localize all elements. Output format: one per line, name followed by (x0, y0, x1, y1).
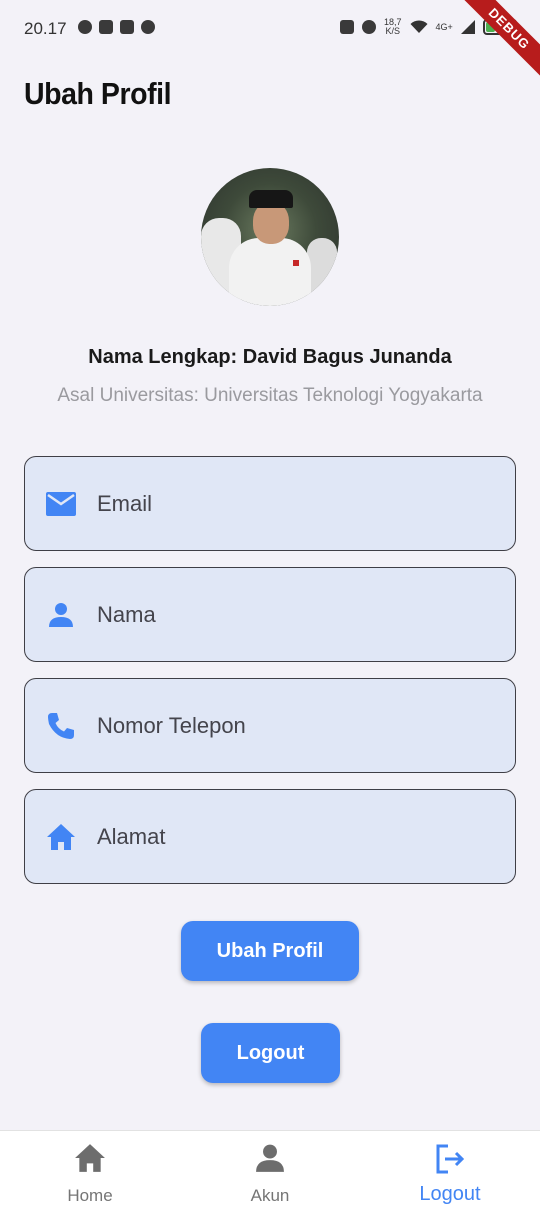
person-icon (45, 599, 77, 631)
name-field[interactable] (24, 567, 516, 662)
signal-icon (460, 20, 475, 34)
full-name: Nama Lengkap: David Bagus Junanda (88, 346, 452, 368)
email-input[interactable] (97, 490, 477, 517)
notification-icons (78, 20, 155, 34)
network-type: 4G+ (435, 21, 453, 32)
status-bar: 20.17 18,7 K/S 4G+ DEBUG (0, 0, 540, 83)
cloud-icon (141, 20, 155, 34)
avatar-photo-person-right (307, 238, 337, 306)
avatar-photo-body (229, 238, 311, 306)
nav-label-akun: Akun (250, 1186, 290, 1205)
home-icon (0, 1143, 180, 1173)
vibrate-icon (340, 20, 354, 34)
person-icon (180, 1143, 360, 1173)
email-field[interactable] (24, 456, 516, 551)
nav-item-logout[interactable]: Logout (360, 1131, 540, 1219)
debug-banner: DEBUG (455, 0, 540, 83)
nav-item-akun[interactable]: Akun (180, 1131, 360, 1219)
network-speed-unit: K/S (385, 26, 401, 36)
page-title: Ubah Profil (24, 76, 172, 111)
avatar-photo-face (253, 202, 289, 244)
avatar[interactable] (201, 168, 339, 306)
wifi-icon (410, 20, 428, 33)
nav-item-home[interactable]: Home (0, 1131, 180, 1219)
home-icon (45, 821, 77, 853)
name-input[interactable] (97, 601, 477, 628)
logout-button[interactable]: Logout (201, 1023, 340, 1083)
update-profile-button[interactable]: Ubah Profil (181, 921, 359, 981)
phone-field[interactable] (24, 678, 516, 773)
bottom-navigation: Home Akun Logout (0, 1130, 540, 1219)
address-field[interactable] (24, 789, 516, 884)
alarm-icon (362, 20, 376, 34)
address-input[interactable] (97, 823, 477, 850)
youtube-icon (99, 20, 113, 34)
avatar-photo-cap (249, 190, 293, 208)
status-time: 20.17 (24, 19, 67, 38)
logout-icon (360, 1143, 540, 1175)
mail-icon (45, 488, 77, 520)
phone-input[interactable] (97, 712, 477, 739)
network-speed: 18,7 K/S (384, 18, 402, 36)
university: Asal Universitas: Universitas Teknologi … (57, 385, 483, 406)
nav-label-logout: Logout (419, 1183, 481, 1205)
app-notification-icon (78, 20, 92, 34)
avatar-photo-badge (293, 260, 299, 266)
nav-label-home: Home (67, 1186, 113, 1205)
instagram-icon (120, 20, 134, 34)
phone-icon (45, 710, 77, 742)
